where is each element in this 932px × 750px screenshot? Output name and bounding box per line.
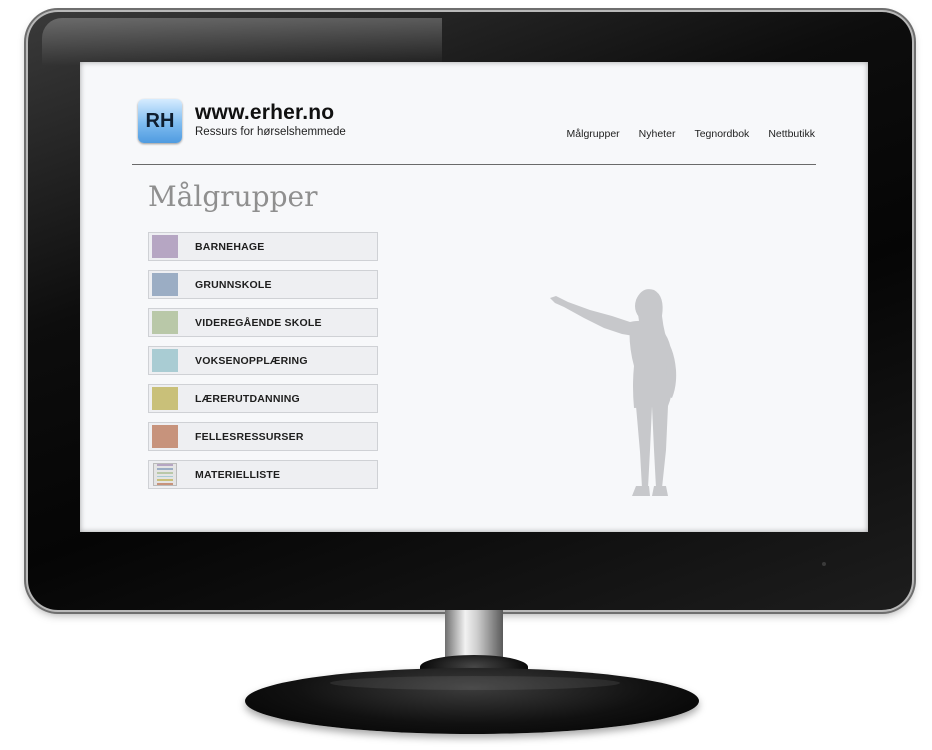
menu-item-label: GRUNNSKOLE — [195, 278, 272, 291]
site-url[interactable]: www.erher.no — [195, 101, 334, 125]
menu-item-label: MATERIELLISTE — [195, 468, 281, 481]
nav-item-nettbutikk[interactable]: Nettbutikk — [768, 128, 815, 140]
menu-item-videregaende-skole[interactable]: VIDEREGÅENDE SKOLE — [148, 308, 378, 337]
menu-item-label: VOKSENOPPLÆRING — [195, 354, 308, 367]
menu-item-label: VIDEREGÅENDE SKOLE — [195, 316, 322, 329]
menu-item-fellesressurser[interactable]: FELLESRESSURSER — [148, 422, 378, 451]
color-swatch — [152, 349, 178, 372]
color-swatch — [152, 235, 178, 258]
color-swatch — [152, 387, 178, 410]
main-nav: Målgrupper Nyheter Tegnordbok Nettbutikk — [567, 128, 815, 140]
stand-highlight — [330, 676, 620, 690]
color-swatch — [152, 273, 178, 296]
nav-item-malgrupper[interactable]: Målgrupper — [567, 128, 620, 140]
menu-item-lærerutdanning[interactable]: LÆRERUTDANNING — [148, 384, 378, 413]
page-title: Målgrupper — [148, 180, 318, 213]
bezel-gloss — [42, 18, 442, 66]
color-swatch — [152, 425, 178, 448]
nav-item-tegnordbok[interactable]: Tegnordbok — [694, 128, 749, 140]
menu-item-materielliste[interactable]: MATERIELLISTE — [148, 460, 378, 489]
menu-item-barnehage[interactable]: BARNEHAGE — [148, 232, 378, 261]
color-swatch — [152, 311, 178, 334]
site-tagline: Ressurs for hørselshemmede — [195, 126, 346, 138]
nav-item-nyheter[interactable]: Nyheter — [639, 128, 676, 140]
document-list-icon — [153, 463, 177, 486]
menu-item-label: FELLESRESSURSER — [195, 430, 304, 443]
pointing-person-silhouette — [550, 289, 677, 496]
menu-item-label: LÆRERUTDANNING — [195, 392, 300, 405]
monitor-screen: RH www.erher.no Ressurs for hørselshemme… — [80, 62, 868, 532]
menu-item-grunnskole[interactable]: GRUNNSKOLE — [148, 270, 378, 299]
target-group-menu: BARNEHAGE GRUNNSKOLE VIDEREGÅENDE SKOLE … — [148, 232, 378, 498]
menu-item-label: BARNEHAGE — [195, 240, 265, 253]
menu-item-voksenopplaering[interactable]: VOKSENOPPLÆRING — [148, 346, 378, 375]
header-divider — [132, 164, 816, 165]
power-indicator — [822, 562, 826, 566]
site-logo[interactable]: RH — [138, 99, 182, 143]
